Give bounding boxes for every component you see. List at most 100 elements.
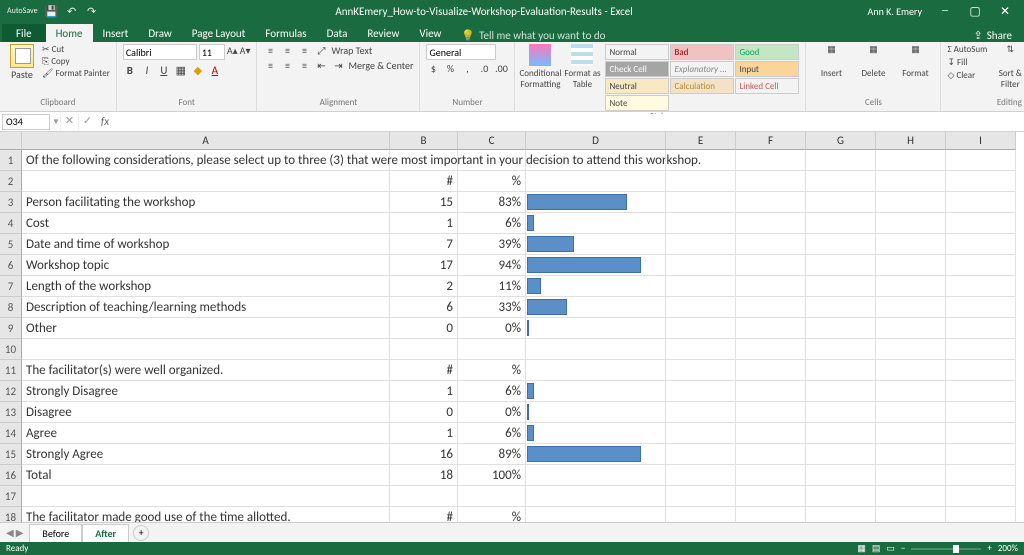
cell-C4[interactable]: 6%	[458, 213, 526, 234]
cell-C2[interactable]: %	[458, 171, 526, 192]
cell-I11[interactable]	[946, 360, 1016, 381]
cell-F7[interactable]	[736, 276, 806, 297]
view-normal-icon[interactable]: ▦	[857, 543, 866, 554]
cell-C14[interactable]: 6%	[458, 423, 526, 444]
cell-A1[interactable]: Of the following considerations, please …	[22, 150, 390, 171]
cell-B17[interactable]	[390, 486, 458, 507]
cell-C3[interactable]: 83%	[458, 192, 526, 213]
sheet-nav-prev-icon[interactable]: ◀	[6, 526, 14, 539]
cell-C13[interactable]: 0%	[458, 402, 526, 423]
cell-G3[interactable]	[806, 192, 876, 213]
cell-A2[interactable]	[22, 171, 390, 192]
format-cells-button[interactable]: ▦Format	[896, 44, 934, 79]
formula-input[interactable]	[114, 114, 1024, 130]
cell-F2[interactable]	[736, 171, 806, 192]
cell-B8[interactable]: 6	[390, 297, 458, 318]
cell-I5[interactable]	[946, 234, 1016, 255]
cell-I16[interactable]	[946, 465, 1016, 486]
save-icon[interactable]: 💾	[43, 2, 61, 20]
cell-E7[interactable]	[666, 276, 736, 297]
fill-color-button[interactable]: ◆	[191, 64, 205, 77]
cell-H11[interactable]	[876, 360, 946, 381]
redo-icon[interactable]: ↷	[83, 2, 101, 20]
col-header-E[interactable]: E	[666, 132, 736, 150]
cell-E10[interactable]	[666, 339, 736, 360]
style-bad[interactable]: Bad	[670, 44, 734, 60]
cell-E12[interactable]	[666, 381, 736, 402]
cell-H17[interactable]	[876, 486, 946, 507]
style-calculation[interactable]: Calculation	[670, 78, 734, 94]
comma-icon[interactable]: ,	[460, 62, 474, 75]
cell-D8[interactable]	[526, 297, 666, 318]
cell-E14[interactable]	[666, 423, 736, 444]
style-good[interactable]: Good	[735, 44, 799, 60]
copy-button[interactable]: ⎘ Copy	[42, 56, 110, 67]
cell-F5[interactable]	[736, 234, 806, 255]
name-box[interactable]	[2, 114, 50, 130]
cell-D2[interactable]	[526, 171, 666, 192]
cell-H5[interactable]	[876, 234, 946, 255]
cell-I10[interactable]	[946, 339, 1016, 360]
merge-center-button[interactable]: Merge & Center	[348, 59, 413, 72]
cell-C16[interactable]: 100%	[458, 465, 526, 486]
row-header-11[interactable]: 11	[0, 360, 22, 381]
cell-H8[interactable]	[876, 297, 946, 318]
tab-insert[interactable]: Insert	[93, 24, 139, 42]
cell-B16[interactable]: 18	[390, 465, 458, 486]
conditional-formatting-button[interactable]: Conditional Formatting	[521, 44, 559, 90]
cell-E1[interactable]	[666, 150, 736, 171]
tab-file[interactable]: File	[2, 24, 46, 42]
cell-C5[interactable]: 39%	[458, 234, 526, 255]
sheet-tab-before[interactable]: Before	[29, 524, 82, 542]
cell-C1[interactable]	[458, 150, 526, 171]
cell-D9[interactable]	[526, 318, 666, 339]
cell-E15[interactable]	[666, 444, 736, 465]
col-header-B[interactable]: B	[390, 132, 458, 150]
cell-A11[interactable]: The facilitator(s) were well organized.	[22, 360, 390, 381]
cell-C6[interactable]: 94%	[458, 255, 526, 276]
worksheet-grid[interactable]: ABCDEFGHI1Of the following consideration…	[0, 132, 1024, 550]
autosum-button[interactable]: Σ AutoSum	[947, 44, 987, 55]
row-header-6[interactable]: 6	[0, 255, 22, 276]
cell-I1[interactable]	[946, 150, 1016, 171]
cell-I4[interactable]	[946, 213, 1016, 234]
cell-D5[interactable]	[526, 234, 666, 255]
clear-button[interactable]: ◇ Clear	[947, 70, 987, 81]
cell-G10[interactable]	[806, 339, 876, 360]
row-header-12[interactable]: 12	[0, 381, 22, 402]
cell-F6[interactable]	[736, 255, 806, 276]
cell-E13[interactable]	[666, 402, 736, 423]
close-button[interactable]: ✕	[990, 4, 1020, 19]
style-explanatory[interactable]: Explanatory ...	[670, 61, 734, 77]
tell-me[interactable]: 💡Tell me what you want to do	[461, 29, 605, 42]
cell-D15[interactable]	[526, 444, 666, 465]
cell-F11[interactable]	[736, 360, 806, 381]
cell-A3[interactable]: Person facilitating the workshop	[22, 192, 390, 213]
row-header-1[interactable]: 1	[0, 150, 22, 171]
cell-A15[interactable]: Strongly Agree	[22, 444, 390, 465]
cell-D13[interactable]	[526, 402, 666, 423]
cell-F13[interactable]	[736, 402, 806, 423]
cell-C15[interactable]: 89%	[458, 444, 526, 465]
cell-C7[interactable]: 11%	[458, 276, 526, 297]
percent-icon[interactable]: %	[443, 62, 457, 75]
view-pagebreak-icon[interactable]: ▭	[886, 543, 895, 554]
cell-H10[interactable]	[876, 339, 946, 360]
cell-B7[interactable]: 2	[390, 276, 458, 297]
cell-E16[interactable]	[666, 465, 736, 486]
cell-F3[interactable]	[736, 192, 806, 213]
cell-E2[interactable]	[666, 171, 736, 192]
cell-B4[interactable]: 1	[390, 213, 458, 234]
bold-button[interactable]: B	[123, 64, 137, 77]
minimize-button[interactable]: ─	[930, 4, 960, 18]
cell-F15[interactable]	[736, 444, 806, 465]
col-header-H[interactable]: H	[876, 132, 946, 150]
cell-B3[interactable]: 15	[390, 192, 458, 213]
cell-G5[interactable]	[806, 234, 876, 255]
style-neutral[interactable]: Neutral	[605, 78, 669, 94]
cell-D12[interactable]	[526, 381, 666, 402]
cell-B2[interactable]: #	[390, 171, 458, 192]
cell-C9[interactable]: 0%	[458, 318, 526, 339]
style-input[interactable]: Input	[735, 61, 799, 77]
cell-I8[interactable]	[946, 297, 1016, 318]
